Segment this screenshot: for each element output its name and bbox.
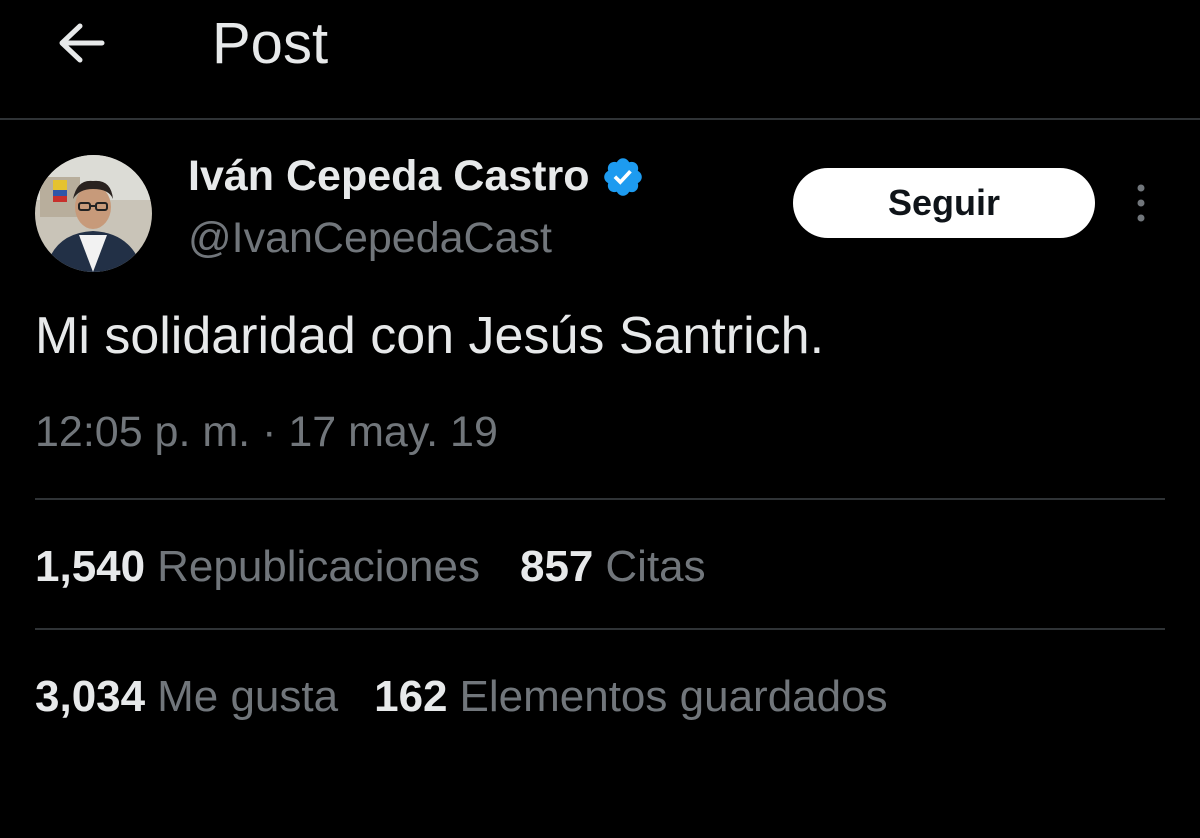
verified-badge-icon <box>604 157 643 196</box>
bookmarks-count: 162 <box>374 672 448 721</box>
arrow-left-icon <box>59 23 105 63</box>
avatar[interactable] <box>35 155 152 272</box>
reposts-label: Republicaciones <box>157 542 480 591</box>
quotes-stat[interactable]: 857 Citas <box>520 542 706 592</box>
quotes-label: Citas <box>605 542 706 591</box>
more-options-button[interactable] <box>1128 180 1154 226</box>
profile-photo <box>35 155 152 272</box>
page-title: Post <box>212 11 329 76</box>
header-divider <box>0 118 1200 120</box>
tweet-text: Mi solidaridad con Jesús Santrich. <box>35 307 825 365</box>
reposts-stat[interactable]: 1,540 Republicaciones <box>35 542 480 592</box>
stats-divider-middle <box>35 628 1165 630</box>
bookmarks-label: Elementos guardados <box>459 672 888 721</box>
author-display-name: Iván Cepeda Castro <box>188 152 590 200</box>
reposts-count: 1,540 <box>35 542 146 591</box>
stats-row-reposts: 1,540 Republicaciones 857 Citas <box>35 542 706 592</box>
tweet-timestamp[interactable]: 12:05 p. m. · 17 may. 19 <box>35 408 498 457</box>
author-name-row[interactable]: Iván Cepeda Castro <box>188 152 645 201</box>
stats-divider-top <box>35 498 1165 500</box>
header-bar: Post <box>0 0 1200 118</box>
bookmarks-stat[interactable]: 162 Elementos guardados <box>374 672 887 722</box>
likes-label: Me gusta <box>157 672 339 721</box>
more-vertical-icon <box>1137 184 1145 222</box>
author-handle[interactable]: @IvanCepedaCast <box>188 214 552 263</box>
back-button[interactable] <box>52 18 112 68</box>
stats-row-likes: 3,034 Me gusta 162 Elementos guardados <box>35 672 888 722</box>
quotes-count: 857 <box>519 542 594 591</box>
likes-count: 3,034 <box>35 672 146 721</box>
follow-button[interactable]: Seguir <box>793 168 1095 238</box>
likes-stat[interactable]: 3,034 Me gusta <box>35 672 338 722</box>
